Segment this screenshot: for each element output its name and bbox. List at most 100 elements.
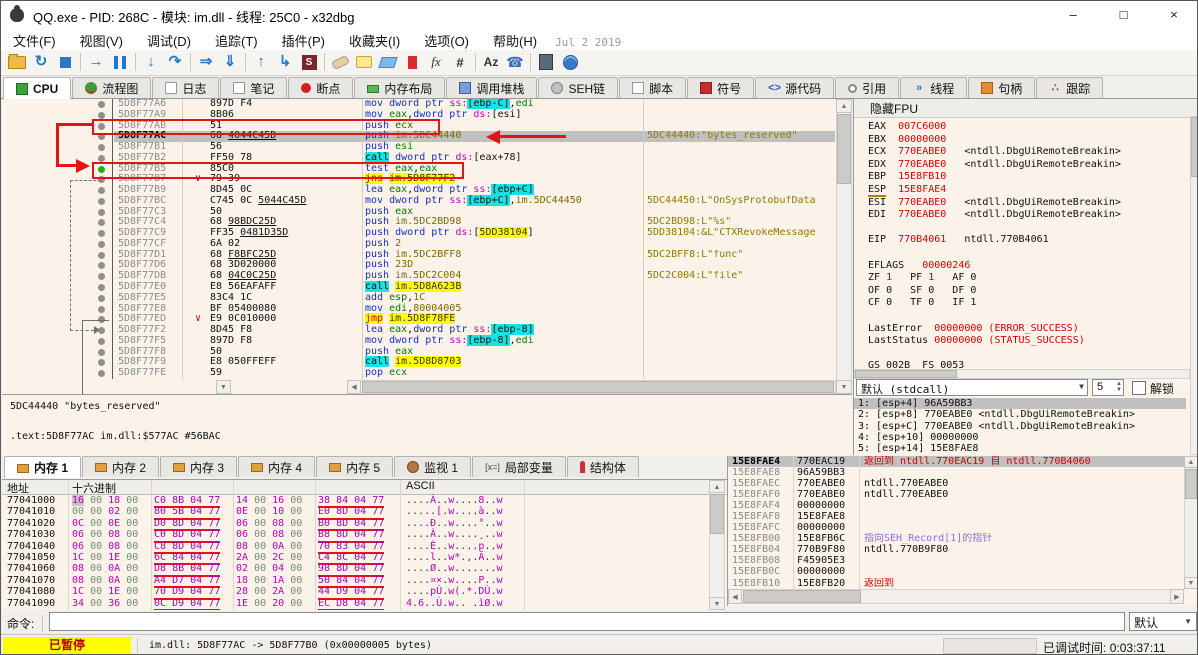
dump-byte-group[interactable]: 06 00 08 00 (72, 541, 138, 552)
argument-row[interactable]: 3: [esp+C] 770EABE0 <ntdll.DbgUiRemoteBr… (854, 421, 1186, 432)
dump-row[interactable]: 77041090 34 00 36 00 0C D9 04 77 1E 00 20 0… (2, 598, 727, 610)
dump-row[interactable]: 77041030 06 00 08 00 C0 8D 04 77 06 00 08 0… (2, 529, 727, 543)
stack-row[interactable]: 15E8FAE4 770EAC19 返回到 ntdll.770EAC19 自 ntd… (728, 456, 1197, 468)
dump-vscroll-down[interactable]: ▼ (709, 597, 725, 610)
dump-row[interactable]: 77041020 0C 00 0E 00 D0 8D 04 77 06 00 08 0… (2, 518, 727, 532)
dump-row[interactable]: 77041010 00 00 02 00 80 5B 04 77 0E 00 10 0… (2, 506, 727, 520)
dump-byte-group[interactable]: 08 00 0A 00 (72, 563, 138, 574)
dump-byte-group[interactable]: 2A 00 2C 00 (236, 552, 302, 563)
register-line[interactable]: EDX 770EABE0 <ntdll.DbgUiRemoteBreakin> (868, 159, 1121, 172)
disasm-vscroll-down[interactable]: ▼ (836, 380, 852, 394)
hash-button[interactable]: # (448, 50, 472, 74)
stack-hscroll-right[interactable]: ▶ (1170, 589, 1184, 604)
stack-hscroll-left[interactable]: ◀ (728, 589, 742, 604)
menu-item[interactable]: 追踪(T) (203, 29, 270, 52)
dump-tab-内存 4[interactable]: 内存 4 (238, 456, 316, 477)
tab-SEH链[interactable]: SEH链 (538, 77, 619, 98)
register-line[interactable]: EIP 770B4061 ntdll.770B4061 (868, 234, 1121, 247)
tab-引用[interactable]: 引用 (835, 77, 900, 98)
hide-fpu-button[interactable]: 隐藏FPU (854, 99, 1197, 118)
register-line[interactable]: LastError 00000000 (ERROR_SUCCESS) (868, 323, 1121, 336)
stack-row[interactable]: 15E8FB04 770B9F80 ntdll.770B9F80 (728, 544, 1197, 555)
restart-button[interactable]: ↻ (29, 50, 53, 74)
execute-till-return-button[interactable]: ⇓ (218, 50, 242, 74)
calculator-button[interactable] (534, 50, 558, 74)
dump-vscroll-up[interactable]: ▲ (709, 480, 725, 493)
register-line[interactable]: EAX 007C6000 (868, 121, 1121, 134)
register-line[interactable]: EBP 15E8FB10 (868, 171, 1121, 184)
tab-笔记[interactable]: 笔记 (220, 77, 288, 98)
argument-row[interactable]: 1: [esp+4] 96A59BB3 (854, 398, 1186, 410)
register-line[interactable]: OF 0 SF 0 DF 0 (868, 285, 1121, 298)
disasm-row[interactable]: 5D8F77FE 59 pop ecx (2, 367, 852, 379)
argument-row[interactable]: 4: [esp+10] 00000000 (854, 432, 1186, 443)
register-line[interactable]: EFLAGS 00000246 (868, 260, 1121, 273)
dump-byte-group[interactable]: 34 00 36 00 (72, 598, 138, 609)
tab-符号[interactable]: 符号 (687, 77, 755, 98)
functions-button[interactable]: fx (424, 50, 448, 74)
dump-byte-group[interactable]: 28 00 2A 00 (236, 586, 302, 597)
stack-row[interactable]: 15E8FB10 15E8FB20 返回到 (728, 578, 1197, 589)
run-to-user-code-button[interactable]: ↳ (273, 50, 297, 74)
step-over-button[interactable]: ↷ (163, 50, 187, 74)
disasm-hscroll-thumb[interactable] (362, 381, 834, 393)
stack-row[interactable]: 15E8FAE8 96A59BB3 (728, 467, 1197, 478)
stop-button[interactable] (53, 50, 77, 74)
stack-vscroll-up[interactable]: ▲ (1184, 456, 1197, 468)
register-line[interactable]: EDI 770EABE0 <ntdll.DbgUiRemoteBreakin> (868, 209, 1121, 222)
dump-byte-group[interactable]: 08 00 0A 00 (236, 541, 302, 552)
tab-跟踪[interactable]: ∴ 跟踪 (1036, 77, 1104, 98)
register-line[interactable]: LastStatus 00000000 (STATUS_SUCCESS) (868, 335, 1121, 348)
dump-tab-内存 1[interactable]: 内存 1 (4, 456, 82, 478)
stack-row[interactable]: 15E8FB00 15E8FB6C 指向SEH_Record[1]的指针 (728, 533, 1197, 544)
dump-row[interactable]: 77041060 08 00 0A 00 D8 8B 04 77 02 00 04 0… (2, 563, 727, 577)
register-line[interactable] (868, 222, 1121, 235)
tab-内存布局[interactable]: 内存布局 (354, 77, 446, 98)
patches-button[interactable] (328, 50, 352, 74)
dump-byte-group[interactable]: 1C 00 1E 00 (72, 552, 138, 563)
dump-byte-group[interactable]: 0E 00 10 00 (236, 506, 302, 517)
minimize-button[interactable]: – (1050, 1, 1096, 29)
menu-item[interactable]: 视图(V) (68, 29, 135, 52)
dump-tab-监视 1[interactable]: 监视 1 (394, 456, 472, 477)
argument-row[interactable]: 5: [esp+14] 15E8FAE8 (854, 443, 1186, 454)
row-dot-icon[interactable] (98, 101, 105, 108)
close-button[interactable]: × (1151, 1, 1197, 29)
dump-byte-group[interactable]: 1C 00 1E 00 (72, 586, 138, 597)
stack-row[interactable]: 15E8FB08 F45905E3 (728, 555, 1197, 566)
labels-button[interactable] (376, 50, 400, 74)
step-into-button[interactable]: ↓ (139, 50, 163, 74)
register-line[interactable] (868, 348, 1121, 361)
disasm-hscroll-left[interactable]: ◀ (347, 380, 361, 394)
register-line[interactable]: ESI 770EABE0 <ntdll.DbgUiRemoteBreakin> (868, 197, 1121, 210)
disasm-vscroll-up[interactable]: ▲ (836, 99, 852, 113)
stack-hscroll-thumb[interactable] (743, 590, 861, 603)
register-line[interactable]: ESP 15E8FAE4 (868, 183, 1121, 197)
tab-CPU[interactable]: CPU (3, 77, 72, 99)
scylla-button[interactable]: S (297, 50, 321, 74)
menu-item[interactable]: 文件(F) (1, 29, 68, 52)
pause-button[interactable] (108, 50, 132, 74)
dump-row[interactable]: 77041000 16 00 18 00 C0 8B 04 77 14 00 16 0… (2, 495, 727, 509)
dump-tab-内存 5[interactable]: 内存 5 (316, 456, 394, 477)
dump-row[interactable]: 77041040 06 00 08 00 C8 8D 04 77 08 00 0A 0… (2, 541, 727, 554)
dump-row[interactable]: 77041070 08 00 0A 00 A4 D7 04 77 18 00 1A 0… (2, 575, 727, 589)
dump-byte-group[interactable]: 06 00 08 00 (72, 529, 138, 540)
run-to-cursor-button[interactable]: ⇒ (194, 50, 218, 74)
menu-item[interactable]: 调试(D) (135, 29, 203, 52)
register-line[interactable]: ZF 1 PF 1 AF 0 (868, 272, 1121, 285)
dump-pointer-group[interactable]: EC D8 04 77 (318, 598, 385, 610)
dump-tab-局部变量[interactable]: [x=] 局部变量 (472, 456, 566, 477)
regs-hscroll-thumb[interactable] (855, 370, 957, 378)
arguments-list[interactable]: 1: [esp+4] 96A59BB3 2: [esp+8] 770EABE0 <… (854, 398, 1186, 454)
stack-panel[interactable]: 15E8FAE4 770EAC19 返回到 ntdll.770EAC19 自 ntd… (727, 456, 1197, 606)
tab-句柄[interactable]: 句柄 (968, 77, 1036, 98)
registers-list[interactable]: EAX 007C6000 EBX 00000000 ECX 770EABE0 <nt… (868, 121, 1121, 373)
argument-depth-spinner[interactable]: 5 ▲ ▼ (1092, 379, 1124, 396)
dump-byte-group[interactable]: 14 00 16 00 (236, 495, 302, 506)
dump-byte-group[interactable]: 16 00 18 00 (72, 495, 138, 506)
disasm-row[interactable]: 5D8F77F5 897D F8 mov dword ptr ss:[ebp-8],… (2, 334, 852, 347)
tab-日志[interactable]: 日志 (152, 77, 220, 98)
register-line[interactable]: CF 0 TF 0 IF 1 (868, 297, 1121, 310)
dump-tab-内存 3[interactable]: 内存 3 (160, 456, 238, 477)
